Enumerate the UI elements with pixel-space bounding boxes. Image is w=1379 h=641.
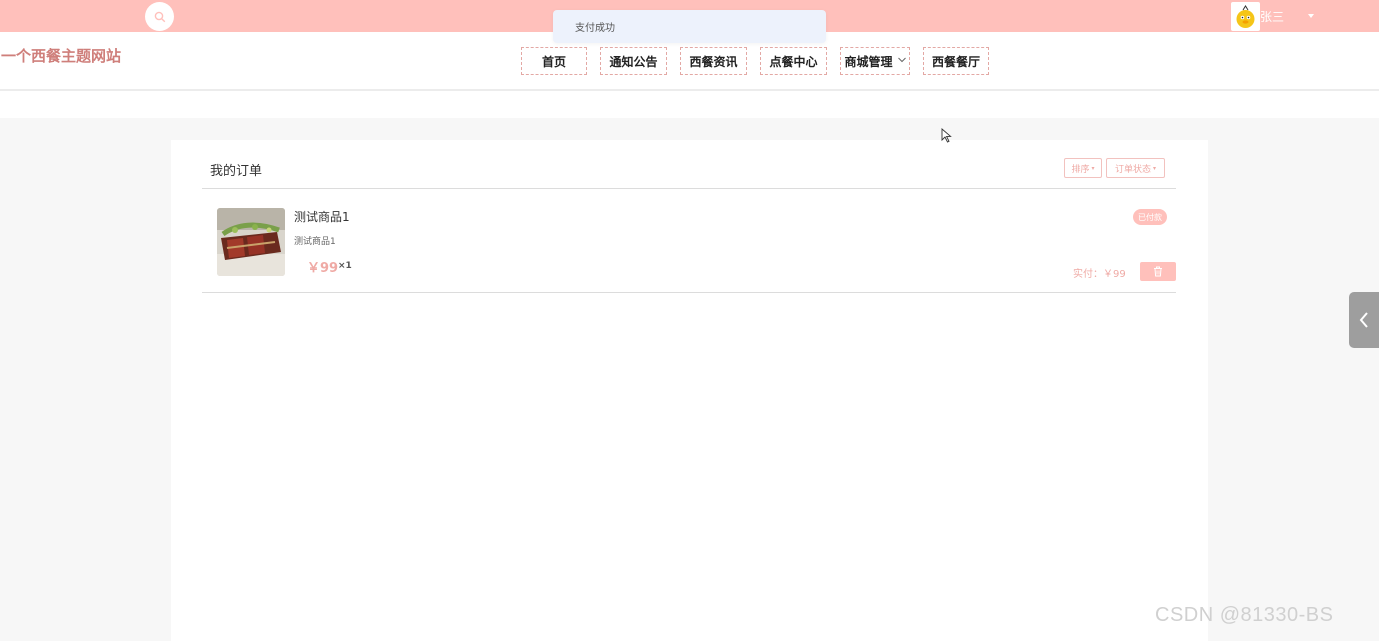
- nav-item-label: 西餐餐厅: [931, 54, 980, 69]
- paid-amount: 实付：￥99: [1073, 269, 1126, 280]
- page-title: 我的订单: [210, 164, 263, 179]
- avatar[interactable]: [1231, 1, 1260, 31]
- product-price: ￥99: [307, 261, 339, 276]
- nav-item-label: 首页: [541, 54, 566, 69]
- delete-button[interactable]: [1140, 262, 1176, 281]
- side-panel-toggle[interactable]: [1349, 292, 1379, 348]
- nav-item-label: 通知公告: [609, 54, 658, 69]
- divider: [202, 292, 1176, 293]
- nav-item-notices[interactable]: 通知公告: [600, 47, 667, 75]
- avatar-icon: [1236, 4, 1255, 28]
- divider: [202, 188, 1176, 189]
- header-band: [0, 91, 1379, 118]
- site-title[interactable]: 一个西餐主题网站: [1, 45, 121, 66]
- caret-down-icon: ▾: [1091, 164, 1095, 172]
- product-quantity: ×1: [338, 261, 352, 271]
- nav-item-order-center[interactable]: 点餐中心: [760, 47, 827, 75]
- sort-label: 排序: [1071, 164, 1090, 175]
- search-button[interactable]: [145, 2, 174, 31]
- watermark: CSDN @81330-BS: [1155, 604, 1334, 626]
- nav-item-news[interactable]: 西餐资讯: [680, 47, 747, 75]
- status-filter-dropdown[interactable]: 订单状态 ▾: [1106, 158, 1165, 178]
- chevron-left-icon: [1359, 312, 1368, 328]
- nav-item-label: 商城管理: [844, 54, 893, 69]
- username[interactable]: 张三: [1260, 8, 1284, 25]
- product-image[interactable]: [217, 208, 285, 276]
- search-icon: [154, 11, 165, 22]
- toast-text: 支付成功: [575, 23, 615, 34]
- nav-item-shop-management[interactable]: 商城管理: [840, 47, 910, 75]
- user-menu[interactable]: 张三: [1231, 1, 1315, 31]
- nav-item-label: 西餐资讯: [689, 54, 738, 69]
- status-filter-label: 订单状态: [1114, 164, 1151, 175]
- main-nav: 首页 通知公告 西餐资讯 点餐中心 商城管理 西餐餐厅: [521, 47, 1002, 75]
- product-subtitle: 测试商品1: [294, 237, 336, 247]
- mouse-cursor-icon: [941, 128, 952, 147]
- product-name[interactable]: 测试商品1: [294, 208, 350, 225]
- toast-message: 支付成功: [553, 10, 826, 43]
- sort-dropdown[interactable]: 排序 ▾: [1064, 158, 1102, 178]
- trash-icon: [1154, 266, 1162, 277]
- chevron-down-icon: [897, 56, 906, 66]
- chevron-down-icon[interactable]: [1308, 14, 1315, 18]
- status-badge: 已付款: [1133, 209, 1167, 225]
- nav-item-home[interactable]: 首页: [521, 47, 587, 75]
- caret-down-icon: ▾: [1153, 164, 1157, 172]
- nav-item-restaurant[interactable]: 西餐餐厅: [923, 47, 989, 75]
- nav-item-label: 点餐中心: [769, 54, 818, 69]
- orders-card: 我的订单 排序 ▾ 订单状态 ▾ 测试商品1 测试商品1 ￥99 ×1 已付款 …: [171, 140, 1208, 641]
